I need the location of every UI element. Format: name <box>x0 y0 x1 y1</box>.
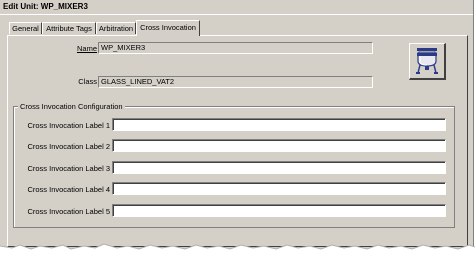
cross-invocation-input-4[interactable] <box>112 182 446 195</box>
cross-invocation-label-1: Cross Invocation Label 1 <box>27 121 110 130</box>
cross-invocation-label-3: Cross Invocation Label 3 <box>27 164 110 173</box>
class-field: GLASS_LINED_VAT2 <box>98 76 373 88</box>
window-title: Edit Unit: WP_MIXER3 <box>3 2 88 11</box>
cross-invocation-input-2[interactable] <box>112 139 446 152</box>
cross-invocation-label-2: Cross Invocation Label 2 <box>27 142 110 151</box>
name-label: Name <box>76 44 97 53</box>
cross-invocation-label-5: Cross Invocation Label 5 <box>27 207 110 216</box>
tab-general[interactable]: General <box>9 22 42 34</box>
cross-invocation-input-5[interactable] <box>112 204 446 217</box>
cross-invocation-input-1[interactable] <box>112 118 446 131</box>
tab-cross-invocation[interactable]: Cross Invocation <box>136 20 200 36</box>
cross-invocation-label-4: Cross Invocation Label 4 <box>27 185 110 194</box>
tab-arbitration[interactable]: Arbitration <box>96 22 136 34</box>
name-field: WP_MIXER3 <box>98 42 373 54</box>
glass-lined-vat-icon <box>416 48 438 74</box>
unit-icon-button[interactable] <box>409 43 446 80</box>
tab-attribute-tags[interactable]: Attribute Tags <box>42 22 96 34</box>
class-label: Class <box>78 77 97 86</box>
torn-edge-decoration <box>0 243 475 257</box>
cross-invocation-input-3[interactable] <box>112 161 446 174</box>
edit-unit-window: Edit Unit: WP_MIXER3 General Attribute T… <box>0 0 474 250</box>
title-bar[interactable]: Edit Unit: WP_MIXER3 <box>0 0 473 15</box>
group-title: Cross Invocation Configuration <box>18 102 125 111</box>
